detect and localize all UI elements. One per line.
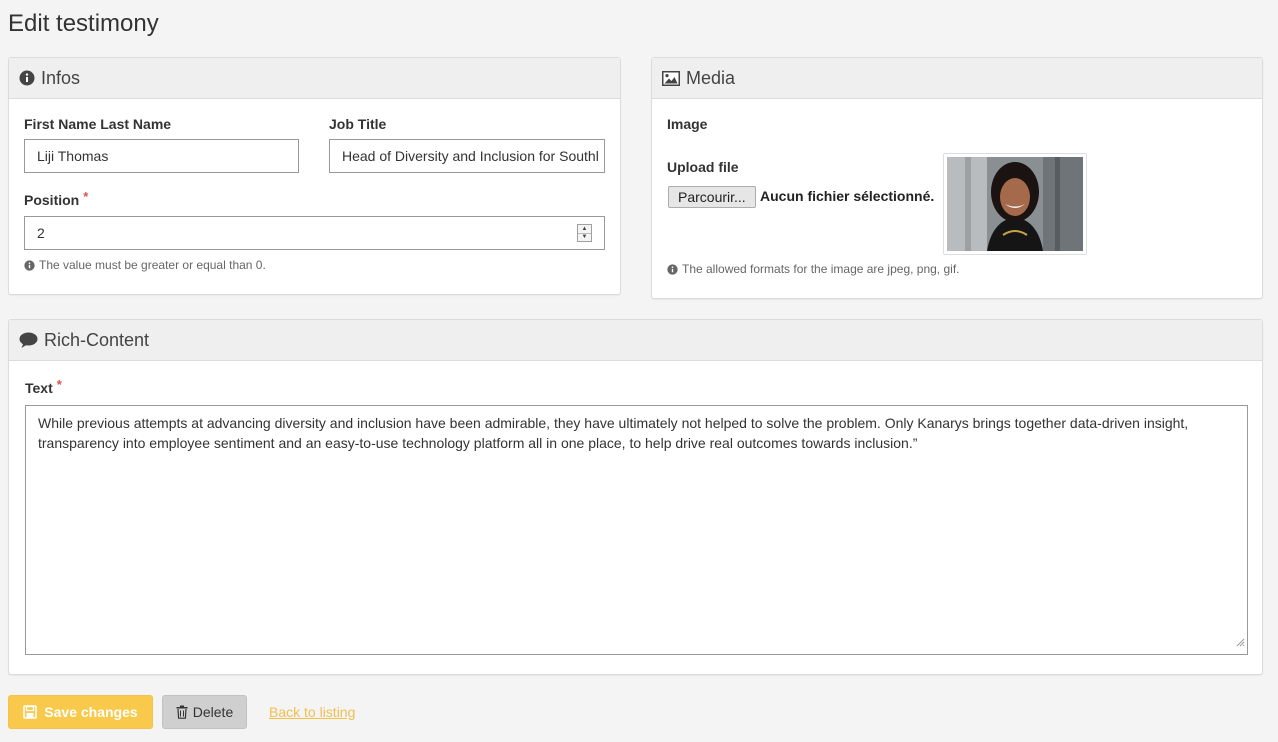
media-panel-heading: Media	[652, 58, 1262, 99]
upload-file-label: Upload file	[667, 159, 739, 175]
delete-button[interactable]: Delete	[162, 695, 247, 729]
rich-content-panel: Rich-Content Text * While previous attemp…	[8, 319, 1263, 675]
infos-panel: Infos First Name Last Name Liji Thomas J…	[8, 57, 621, 295]
picture-icon	[662, 70, 680, 86]
testimony-photo	[943, 153, 1087, 255]
name-label: First Name Last Name	[24, 116, 172, 132]
text-label-text: Text	[25, 380, 53, 396]
name-field[interactable]: Liji Thomas	[24, 139, 299, 173]
media-help: The allowed formats for the image are jp…	[667, 262, 959, 276]
portrait-image	[947, 157, 1083, 251]
rich-content-heading-text: Rich-Content	[44, 329, 150, 350]
info-circle-icon	[24, 259, 35, 271]
image-label: Image	[667, 116, 708, 132]
browse-button[interactable]: Parcourir...	[668, 186, 756, 208]
delete-label: Delete	[192, 704, 234, 720]
text-label: Text *	[25, 377, 62, 396]
info-circle-icon	[667, 263, 678, 275]
resize-grip-icon[interactable]	[1235, 632, 1245, 652]
infos-panel-heading: Infos	[9, 58, 620, 99]
save-changes-label: Save changes	[44, 704, 138, 720]
position-number-field[interactable]: 2 ▲ ▼	[24, 216, 605, 250]
stepper-down-icon[interactable]: ▼	[578, 232, 591, 242]
media-help-text: The allowed formats for the image are jp…	[682, 262, 960, 276]
required-marker: *	[56, 377, 62, 392]
position-help: The value must be greater or equal than …	[24, 258, 266, 272]
infos-heading-text: Infos	[41, 67, 81, 88]
comment-icon	[19, 332, 38, 348]
page-title: Edit testimony	[8, 10, 159, 37]
trash-icon	[176, 705, 188, 719]
required-marker: *	[83, 189, 89, 204]
rich-content-panel-heading: Rich-Content	[9, 320, 1262, 361]
text-area[interactable]: While previous attempts at advancing div…	[25, 405, 1248, 655]
position-label-text: Position	[24, 192, 80, 208]
job-title-label: Job Title	[329, 116, 387, 132]
job-title-field[interactable]: Head of Diversity and Inclusion for Sout…	[329, 139, 605, 173]
position-label: Position *	[24, 189, 89, 208]
media-panel: Media Image Upload file Parcourir... Auc…	[651, 57, 1263, 299]
save-changes-button[interactable]: Save changes	[8, 695, 153, 729]
text-area-content: While previous attempts at advancing div…	[38, 415, 1189, 451]
file-status: Aucun fichier sélectionné.	[760, 188, 935, 204]
stepper-up-icon[interactable]: ▲	[578, 225, 591, 233]
media-heading-text: Media	[686, 67, 736, 88]
position-stepper[interactable]: ▲ ▼	[577, 224, 592, 242]
position-value: 2	[37, 225, 45, 241]
back-to-listing-link[interactable]: Back to listing	[269, 704, 355, 720]
floppy-disk-icon	[23, 705, 38, 719]
info-circle-icon	[19, 70, 35, 86]
position-help-text: The value must be greater or equal than …	[39, 258, 266, 272]
